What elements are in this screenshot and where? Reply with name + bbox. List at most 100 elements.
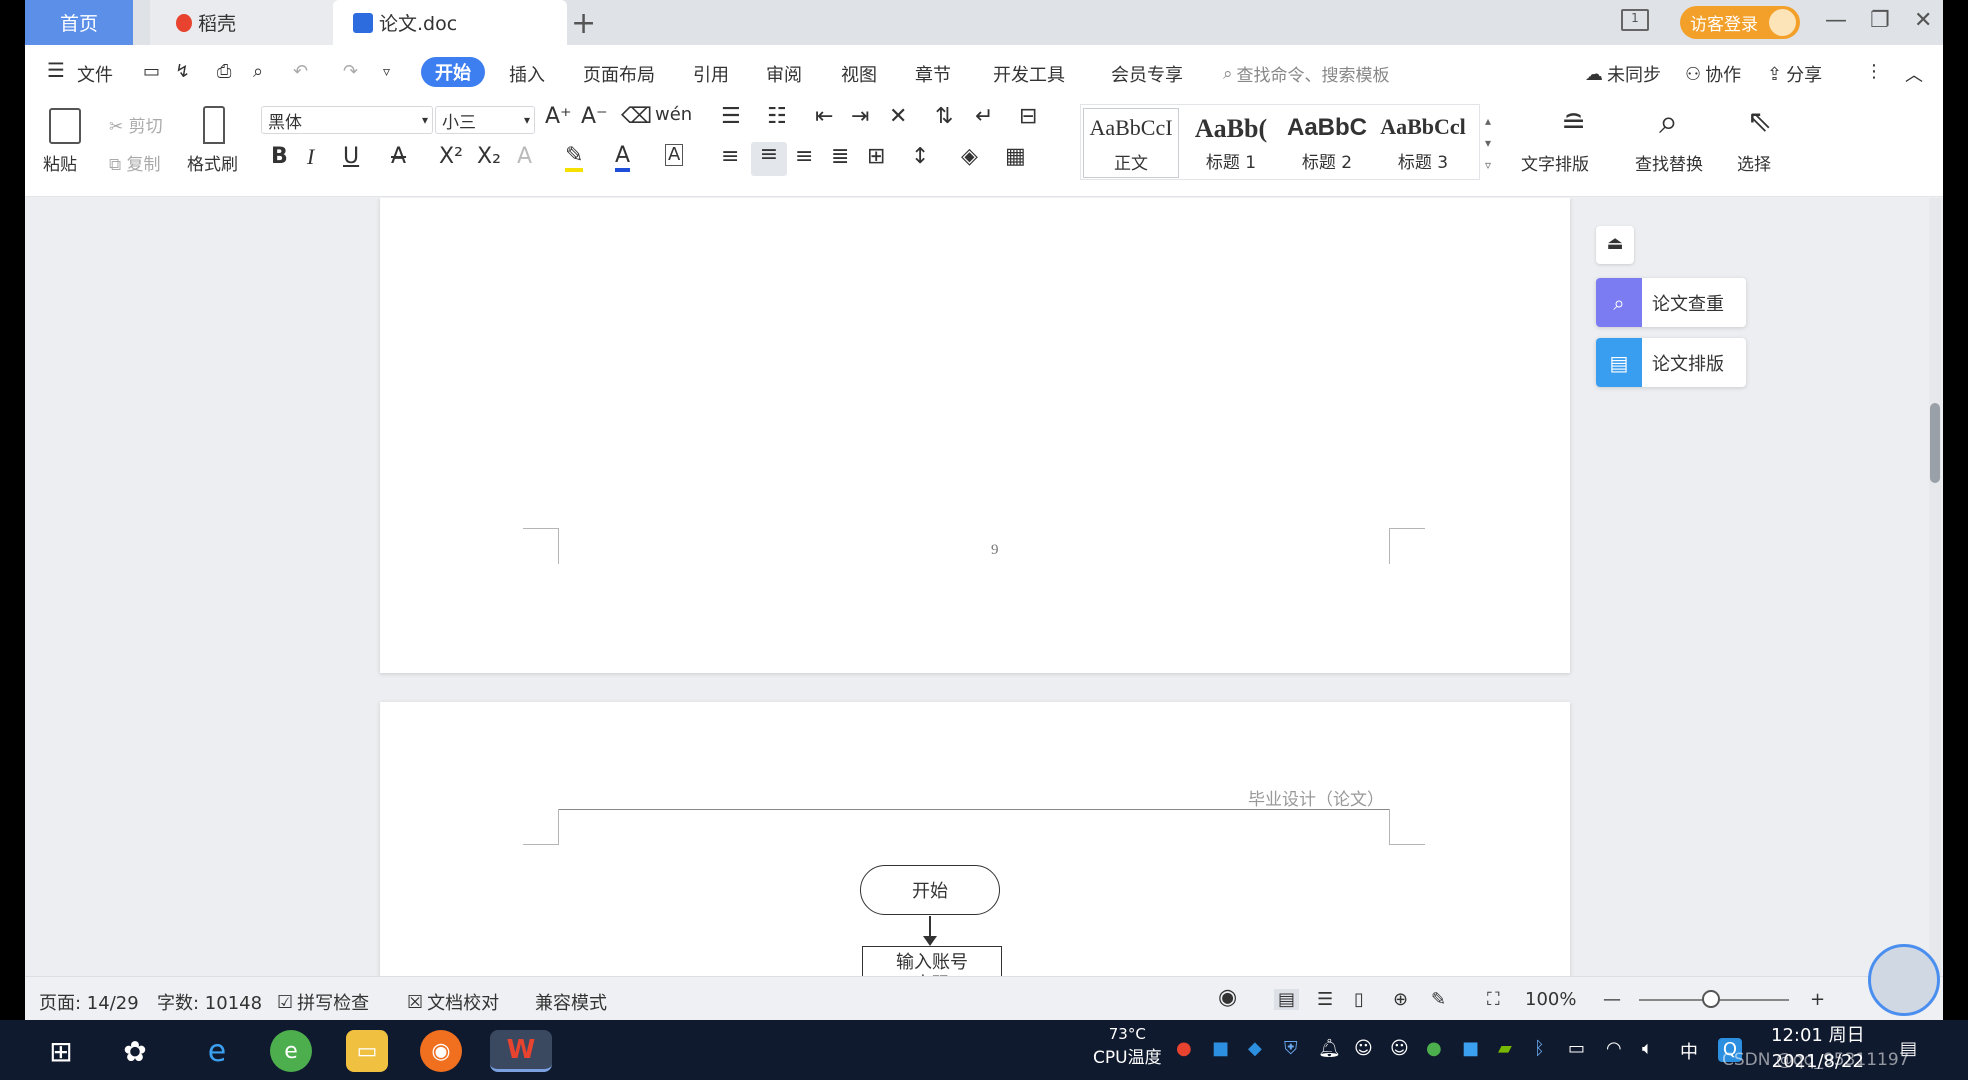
decrease-indent-icon[interactable]: ⇤: [815, 104, 833, 129]
qq-icon[interactable]: ☺: [1354, 1038, 1373, 1059]
menu-home[interactable]: 开始: [421, 57, 485, 87]
zoom-level[interactable]: 100%: [1525, 989, 1576, 1010]
tab-home[interactable]: 首页: [25, 0, 133, 45]
menu-developer[interactable]: 开发工具: [993, 61, 1065, 87]
style-heading-1[interactable]: AaBb( 标题 1: [1183, 108, 1279, 178]
eye-protect-icon[interactable]: ◉: [1218, 985, 1237, 1010]
show-marks-icon[interactable]: ↵: [975, 104, 993, 129]
align-left-icon[interactable]: ≡: [721, 144, 739, 169]
thesis-check-button[interactable]: ⌕ 论文查重: [1596, 278, 1746, 327]
char-border-icon[interactable]: A: [665, 144, 684, 166]
collapse-ribbon-icon[interactable]: ︿: [1905, 61, 1923, 87]
find-replace-button[interactable]: 查找替换: [1635, 150, 1703, 175]
phonetic-guide-icon[interactable]: wén: [655, 104, 692, 125]
bullet-list-icon[interactable]: ☰: [721, 104, 741, 129]
hamburger-icon[interactable]: ☰: [47, 58, 65, 82]
shrink-font-icon[interactable]: A⁻: [581, 104, 608, 129]
restore-icon[interactable]: ❐: [1870, 8, 1890, 33]
app-pinwheel-icon[interactable]: ✿: [114, 1030, 156, 1072]
line-spacing-icon[interactable]: ↕: [911, 144, 929, 169]
volume-icon[interactable]: 🔈︎: [1642, 1038, 1653, 1059]
menu-insert[interactable]: 插入: [509, 61, 545, 87]
minimize-icon[interactable]: —: [1825, 8, 1847, 33]
select-button[interactable]: 选择: [1737, 150, 1771, 175]
browser-green-icon[interactable]: e: [270, 1030, 312, 1072]
highlight-icon[interactable]: ✎: [565, 144, 584, 172]
font-size-select[interactable]: 小三 ▾: [435, 106, 535, 134]
clear-format-icon[interactable]: ⌫: [621, 104, 652, 129]
style-heading-2[interactable]: AaBbC 标题 2: [1279, 108, 1375, 178]
font-color-icon[interactable]: A: [615, 144, 631, 172]
file-explorer-icon[interactable]: ▭: [346, 1030, 388, 1072]
numbered-list-icon[interactable]: ☷: [767, 104, 787, 129]
text-effect-icon[interactable]: A: [517, 144, 532, 169]
tray-app-icon[interactable]: ●: [1176, 1038, 1192, 1059]
undo-history-icon[interactable]: ↯: [175, 61, 190, 82]
windows-start-icon[interactable]: ⊞: [40, 1030, 82, 1072]
qq-icon[interactable]: ☺: [1390, 1038, 1409, 1059]
menu-page-layout[interactable]: 页面布局: [583, 61, 655, 87]
paste-icon[interactable]: [49, 108, 81, 144]
flowchart-input-node[interactable]: 输入账号 密码: [862, 946, 1002, 976]
styles-scroll-icon[interactable]: ▴ ▾ ▿: [1485, 110, 1491, 176]
table-ruler-icon[interactable]: ⊟: [1019, 104, 1037, 129]
undo-icon[interactable]: ↶: [293, 61, 308, 82]
zoom-in-icon[interactable]: +: [1810, 989, 1825, 1010]
ime-indicator[interactable]: 中: [1680, 1038, 1698, 1064]
app-orange-icon[interactable]: ◉: [420, 1030, 462, 1072]
menu-review[interactable]: 审阅: [766, 61, 802, 87]
cut-button[interactable]: ✂ 剪切: [109, 112, 163, 137]
new-tab-button[interactable]: +: [571, 6, 596, 41]
format-painter-button[interactable]: 格式刷: [187, 150, 238, 175]
redo-icon[interactable]: ↷: [343, 61, 358, 82]
sync-button[interactable]: ☁ 未同步: [1585, 61, 1661, 87]
align-right-icon[interactable]: ≡: [795, 144, 813, 169]
superscript-button[interactable]: X²: [439, 144, 463, 169]
tray-app-icon[interactable]: ●: [1426, 1038, 1442, 1059]
guest-login-button[interactable]: 访客登录: [1680, 6, 1800, 39]
menu-file[interactable]: 文件: [77, 61, 113, 87]
battery-icon[interactable]: ▭: [1568, 1038, 1585, 1059]
close-icon[interactable]: ✕: [1914, 8, 1932, 33]
scrollbar-thumb[interactable]: [1930, 403, 1940, 483]
menu-references[interactable]: 引用: [693, 61, 729, 87]
shield-icon[interactable]: ⛨: [1284, 1038, 1298, 1059]
vertical-scrollbar[interactable]: [1929, 198, 1941, 976]
word-count[interactable]: 字数: 10148: [157, 989, 262, 1015]
chinese-layout-icon[interactable]: ✕: [889, 104, 907, 129]
bold-button[interactable]: B: [271, 144, 288, 169]
zoom-slider-handle[interactable]: [1702, 990, 1720, 1008]
page-indicator[interactable]: 页面: 14/29: [39, 989, 139, 1015]
share-button[interactable]: ⇪ 分享: [1767, 61, 1822, 87]
increase-indent-icon[interactable]: ⇥: [851, 104, 869, 129]
subscript-button[interactable]: X₂: [477, 144, 501, 169]
wps-taskbar-icon[interactable]: W: [490, 1030, 552, 1072]
strikethrough-button[interactable]: A: [391, 144, 406, 169]
tray-app-icon[interactable]: ◆: [1248, 1038, 1262, 1059]
fit-page-icon[interactable]: ⛶: [1487, 989, 1500, 1010]
print-preview-icon[interactable]: ⌕: [253, 61, 263, 82]
bluetooth-icon[interactable]: ᛒ: [1534, 1038, 1545, 1059]
font-name-select[interactable]: 黑体 ▾: [261, 106, 433, 134]
nvidia-icon[interactable]: ▰: [1498, 1038, 1512, 1059]
zoom-out-icon[interactable]: —: [1603, 989, 1621, 1010]
more-options-icon[interactable]: ⋮: [1865, 61, 1883, 82]
justify-icon[interactable]: ≣: [831, 144, 849, 169]
menu-chapter[interactable]: 章节: [915, 61, 951, 87]
ie-browser-icon[interactable]: e: [196, 1030, 238, 1072]
wifi-icon[interactable]: ◠: [1606, 1038, 1622, 1059]
tab-daoke[interactable]: 稻壳: [150, 0, 348, 45]
style-heading-3[interactable]: AaBbCcl 标题 3: [1375, 108, 1471, 178]
pen-icon[interactable]: ✎: [1431, 989, 1446, 1010]
italic-button[interactable]: I: [307, 144, 314, 170]
grow-font-icon[interactable]: A⁺: [545, 104, 572, 129]
menu-member[interactable]: 会员专享: [1111, 61, 1183, 87]
spell-check-button[interactable]: ☑ 拼写检查: [277, 989, 369, 1015]
sort-icon[interactable]: ⇅: [935, 104, 953, 129]
save-icon[interactable]: ▭: [143, 61, 160, 82]
distributed-icon[interactable]: ⊞: [867, 144, 885, 169]
assistant-avatar[interactable]: [1868, 944, 1940, 1016]
bell-icon[interactable]: 🔔︎: [1318, 1038, 1341, 1059]
command-search[interactable]: ⌕ 查找命令、搜索模板: [1223, 61, 1390, 87]
menu-view[interactable]: 视图: [841, 61, 877, 87]
